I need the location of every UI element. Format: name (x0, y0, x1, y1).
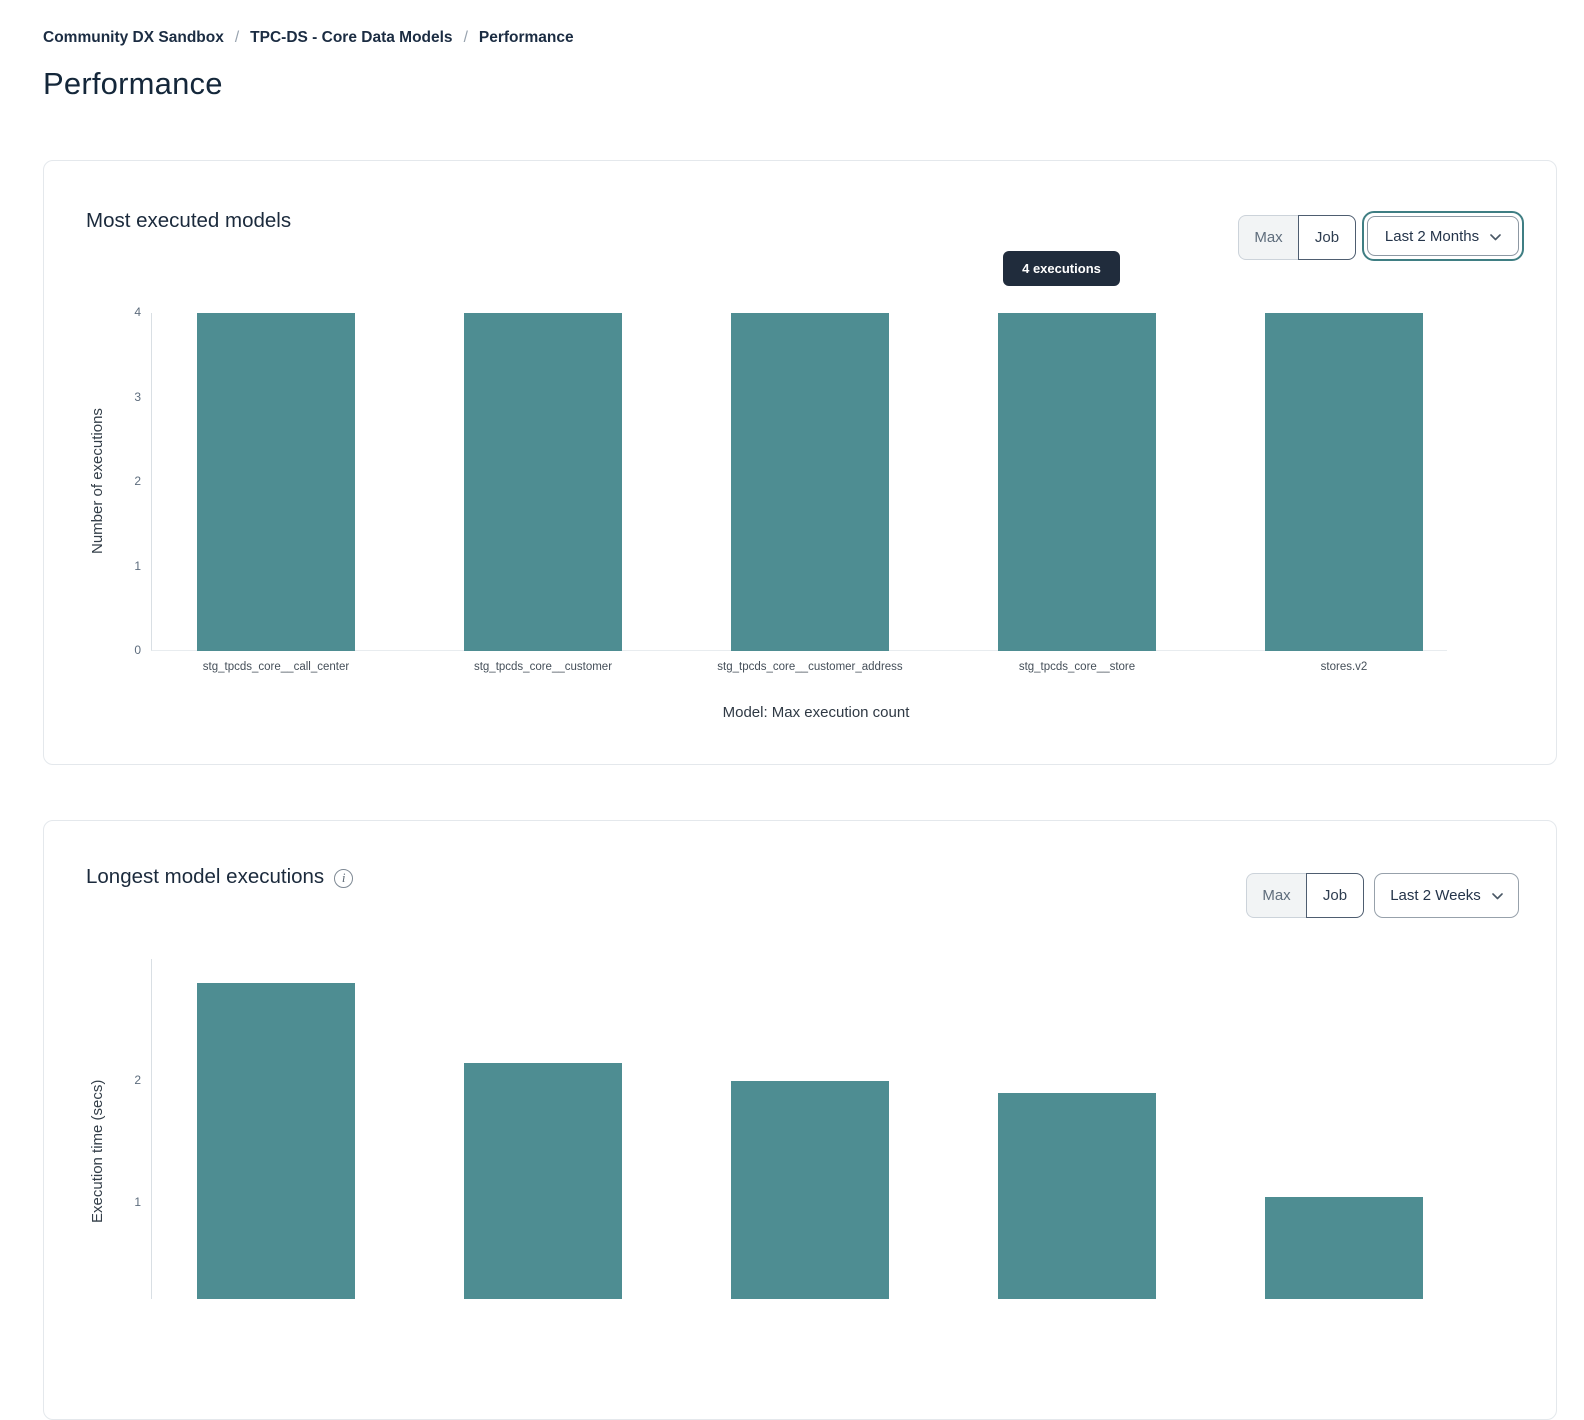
x-axis-label: Model: Max execution count (723, 704, 910, 721)
breadcrumb: Community DX Sandbox / TPC-DS - Core Dat… (43, 29, 574, 47)
time-range-dropdown[interactable]: Last 2 Weeks (1374, 873, 1519, 918)
x-tick-label: stores.v2 (1194, 661, 1494, 673)
chart-tooltip: 4 executions (1003, 251, 1120, 286)
breadcrumb-item-project[interactable]: Community DX Sandbox (43, 29, 224, 47)
toggle-job-button[interactable]: Job (1298, 215, 1356, 260)
bar[interactable] (731, 313, 889, 651)
card-title: Longest model executions i (86, 865, 353, 889)
x-tick-label: stg_tpcds_core__customer (393, 661, 693, 673)
max-job-toggle: Max Job (1238, 215, 1356, 260)
bar[interactable] (998, 1093, 1156, 1299)
time-range-dropdown-focus-ring: Last 2 Months (1362, 211, 1524, 261)
breadcrumb-separator: / (464, 29, 468, 47)
y-tick-label: 1 (107, 1195, 141, 1209)
chevron-down-icon (1492, 893, 1503, 900)
x-tick-label: stg_tpcds_core__store (927, 661, 1227, 673)
breadcrumb-item-job[interactable]: TPC-DS - Core Data Models (250, 29, 452, 47)
toggle-max-button[interactable]: Max (1238, 215, 1298, 260)
breadcrumb-separator: / (235, 29, 239, 47)
toggle-job-button[interactable]: Job (1306, 873, 1364, 918)
card-title: Most executed models (86, 209, 291, 233)
bar[interactable] (1265, 313, 1423, 651)
y-axis-label: Number of executions (89, 408, 106, 554)
y-tick-label: 3 (107, 390, 141, 404)
x-tick-label: stg_tpcds_core__customer_address (660, 661, 960, 673)
y-axis-label: Execution time (secs) (89, 1080, 106, 1223)
info-icon[interactable]: i (334, 869, 353, 888)
bar[interactable] (464, 1063, 622, 1299)
dropdown-value: Last 2 Weeks (1390, 887, 1481, 904)
bar[interactable] (197, 983, 355, 1299)
page-title: Performance (43, 66, 223, 102)
bar[interactable] (731, 1081, 889, 1299)
bar-chart-most-executed-models: 01234stg_tpcds_core__call_centerstg_tpcd… (151, 313, 1447, 651)
time-range-dropdown[interactable]: Last 2 Months (1367, 216, 1519, 256)
y-tick-label: 4 (107, 305, 141, 319)
y-tick-label: 0 (107, 643, 141, 657)
y-tick-label: 2 (107, 474, 141, 488)
toggle-max-button[interactable]: Max (1246, 873, 1306, 918)
max-job-toggle: Max Job (1246, 873, 1364, 918)
chevron-down-icon (1490, 234, 1501, 241)
bar[interactable] (1265, 1197, 1423, 1299)
y-tick-label: 1 (107, 559, 141, 573)
longest-model-executions-card: Longest model executions i Max Job Last … (43, 820, 1557, 1420)
bar[interactable] (464, 313, 622, 651)
breadcrumb-item-current: Performance (479, 29, 574, 47)
dropdown-value: Last 2 Months (1385, 228, 1479, 245)
card-title-text: Longest model executions (86, 865, 324, 889)
most-executed-models-card: Most executed models Max Job Last 2 Mont… (43, 160, 1557, 765)
bar[interactable] (197, 313, 355, 651)
x-tick-label: stg_tpcds_core__call_center (126, 661, 426, 673)
y-tick-label: 2 (107, 1073, 141, 1087)
bar[interactable] (998, 313, 1156, 651)
bar-chart-longest-model-executions: 12 (151, 959, 1447, 1299)
